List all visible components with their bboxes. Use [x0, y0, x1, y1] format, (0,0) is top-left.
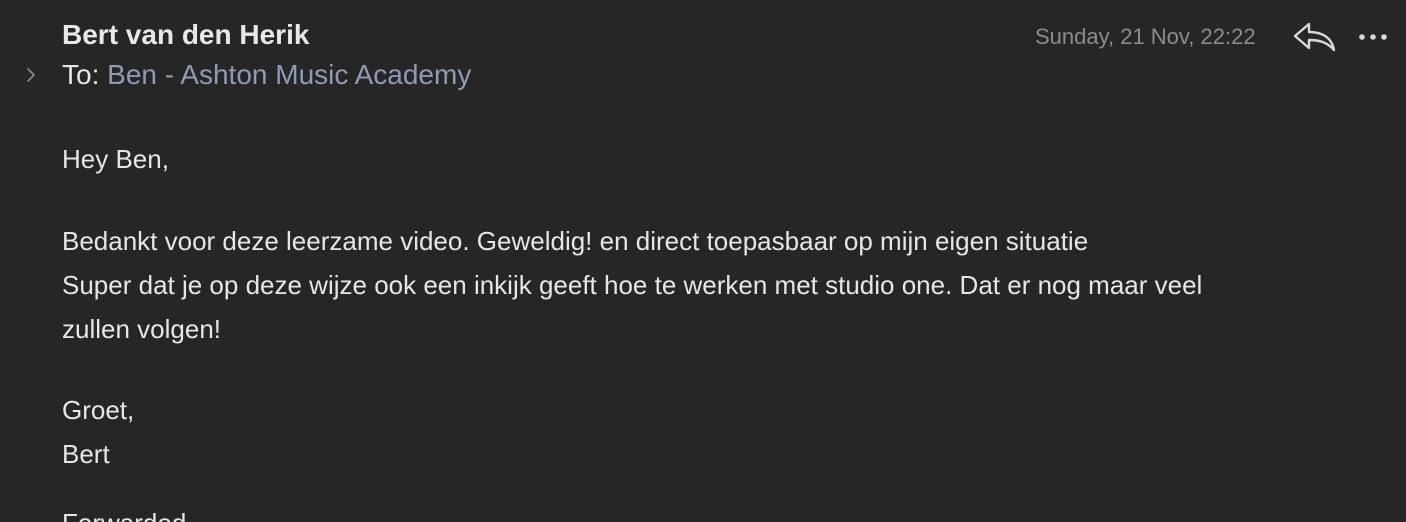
- sender-name: Bert van den Herik: [62, 19, 310, 50]
- signature: Bert: [62, 439, 110, 469]
- body-line: Bedankt voor deze leerzame video. Geweld…: [62, 226, 1089, 256]
- body-footer-partial: Forwarded: [62, 508, 186, 522]
- to-label: To:: [62, 59, 100, 90]
- message-timestamp: Sunday, 21 Nov, 22:22: [1035, 24, 1256, 49]
- recipient-line: To: Ben - Ashton Music Academy: [62, 59, 471, 91]
- email-message-view: Bert van den Herik To: Ben - Ashton Musi…: [0, 0, 1406, 522]
- recipient-link[interactable]: Ben - Ashton Music Academy: [107, 59, 471, 90]
- more-icon[interactable]: [1356, 26, 1390, 48]
- reply-icon[interactable]: [1291, 18, 1337, 56]
- body-line: Super dat je op deze wijze ook een inkij…: [62, 270, 1203, 300]
- greeting: Hey Ben,: [62, 144, 169, 174]
- chevron-right-icon[interactable]: [22, 64, 40, 86]
- closing: Groet,: [62, 395, 135, 425]
- body-line: zullen volgen!: [62, 314, 221, 344]
